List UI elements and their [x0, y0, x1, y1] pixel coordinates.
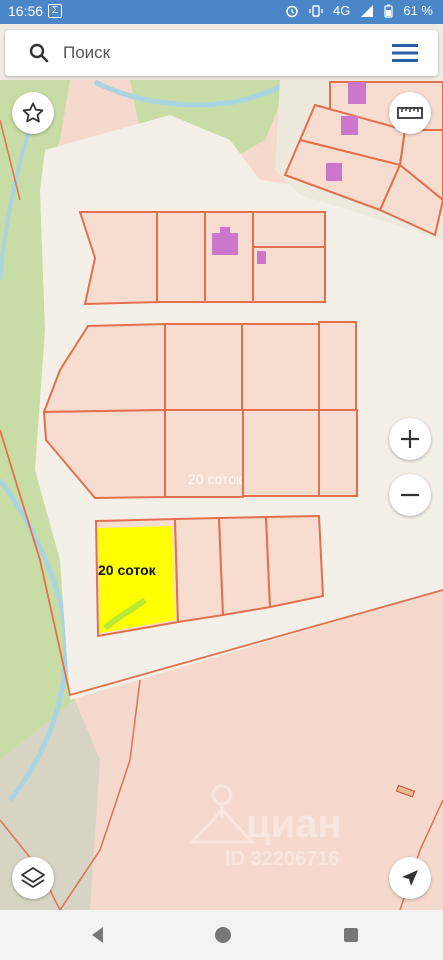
system-nav-bar [0, 910, 443, 960]
sim-icon: Σ [48, 4, 62, 18]
minus-icon [401, 493, 419, 497]
plot-area-label-ghost: 20 соток [188, 471, 243, 487]
menu-icon[interactable] [392, 44, 418, 62]
status-right: 4G 61 % [285, 3, 433, 18]
layers-button[interactable] [12, 857, 54, 899]
ruler-button[interactable] [389, 92, 431, 134]
watermark-brand: циан [246, 802, 342, 846]
plot-area-label-highlight: 20 соток [98, 562, 156, 578]
layers-icon [21, 867, 45, 888]
map-view[interactable]: 20 соток 20 соток циан ID 32206716 [0, 80, 443, 910]
my-location-button[interactable] [389, 857, 431, 899]
watermark-id: ID 32206716 [225, 848, 340, 870]
signal-icon [361, 4, 374, 17]
network-type: 4G [333, 3, 351, 18]
star-icon [22, 102, 44, 123]
status-time: 16:56 [8, 3, 44, 19]
battery-percent: 61 % [403, 3, 433, 18]
battery-icon [384, 4, 394, 18]
back-icon[interactable] [86, 923, 110, 947]
search-bar[interactable]: Поиск [5, 30, 438, 76]
search-input[interactable]: Поиск [63, 43, 110, 63]
zoom-out-button[interactable] [389, 474, 431, 516]
recents-icon[interactable] [339, 923, 363, 947]
navigation-arrow-icon [402, 870, 418, 886]
status-bar: 16:56 Σ 4G 61 % [0, 0, 443, 24]
zoom-in-button[interactable] [389, 418, 431, 460]
plus-icon [401, 430, 419, 448]
search-icon[interactable] [27, 41, 51, 65]
alarm-icon [286, 5, 298, 17]
favorite-button[interactable] [12, 92, 54, 134]
home-icon[interactable] [211, 923, 235, 947]
ruler-icon [397, 107, 423, 119]
vibrate-icon [309, 4, 323, 17]
map-canvas[interactable] [0, 80, 443, 910]
